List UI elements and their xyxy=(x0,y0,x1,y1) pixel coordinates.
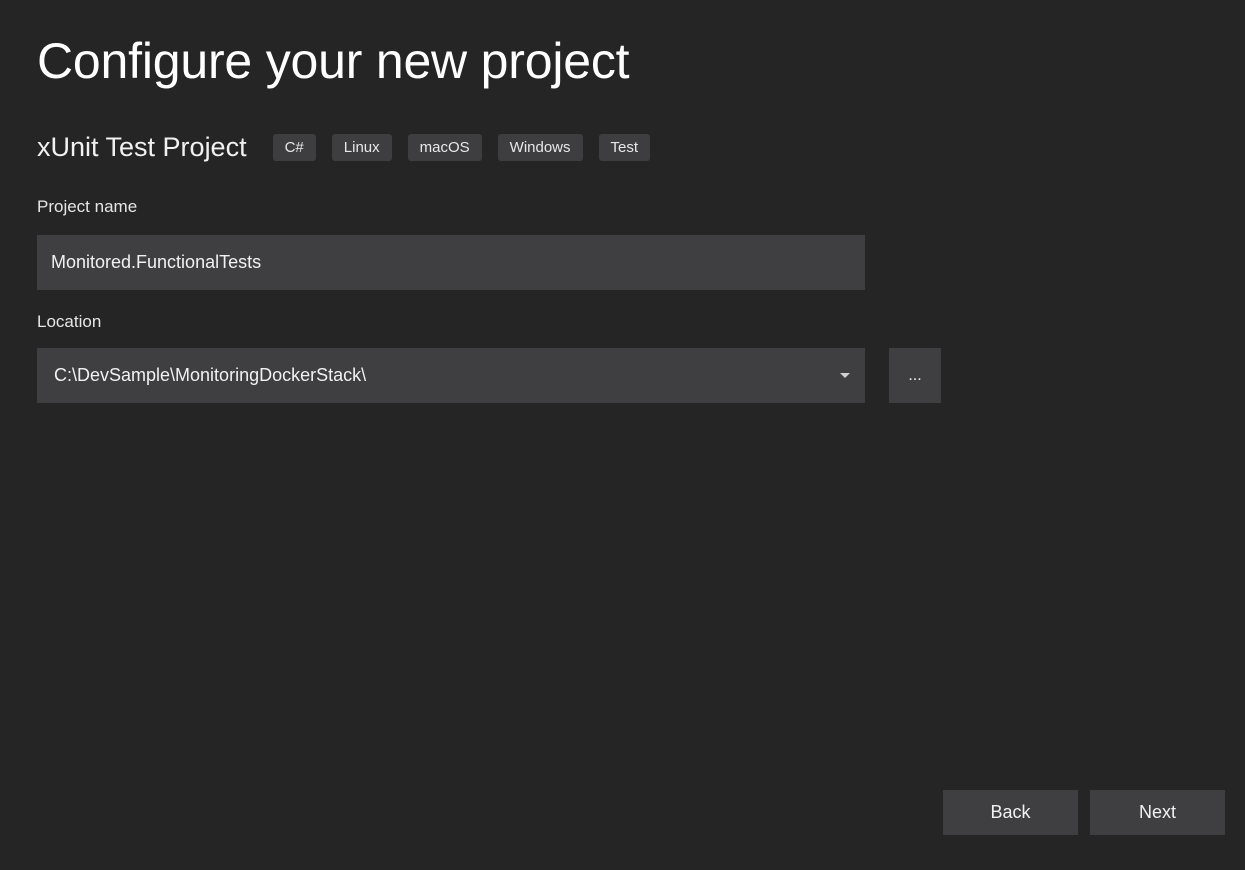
project-name-label: Project name xyxy=(37,197,138,216)
tag-csharp: C# xyxy=(272,133,316,161)
location-label: Location xyxy=(37,312,102,331)
back-button[interactable]: Back xyxy=(943,790,1078,835)
location-value: C:\DevSample\MonitoringDockerStack\ xyxy=(54,365,367,385)
tag-macos: macOS xyxy=(407,133,482,161)
location-combobox[interactable]: C:\DevSample\MonitoringDockerStack\ xyxy=(37,348,865,403)
tag-linux: Linux xyxy=(331,133,392,161)
template-header: xUnit Test Project C# Linux macOS Window… xyxy=(37,131,666,163)
tag-test: Test xyxy=(598,133,651,161)
configure-project-dialog: Configure your new project xUnit Test Pr… xyxy=(0,0,1245,870)
next-button[interactable]: Next xyxy=(1090,790,1225,835)
tag-windows: Windows xyxy=(497,133,583,161)
template-name: xUnit Test Project xyxy=(37,131,247,162)
page-title: Configure your new project xyxy=(37,33,630,89)
chevron-down-icon[interactable] xyxy=(840,373,850,378)
project-name-input[interactable] xyxy=(37,235,865,290)
browse-button[interactable]: ... xyxy=(889,348,941,403)
